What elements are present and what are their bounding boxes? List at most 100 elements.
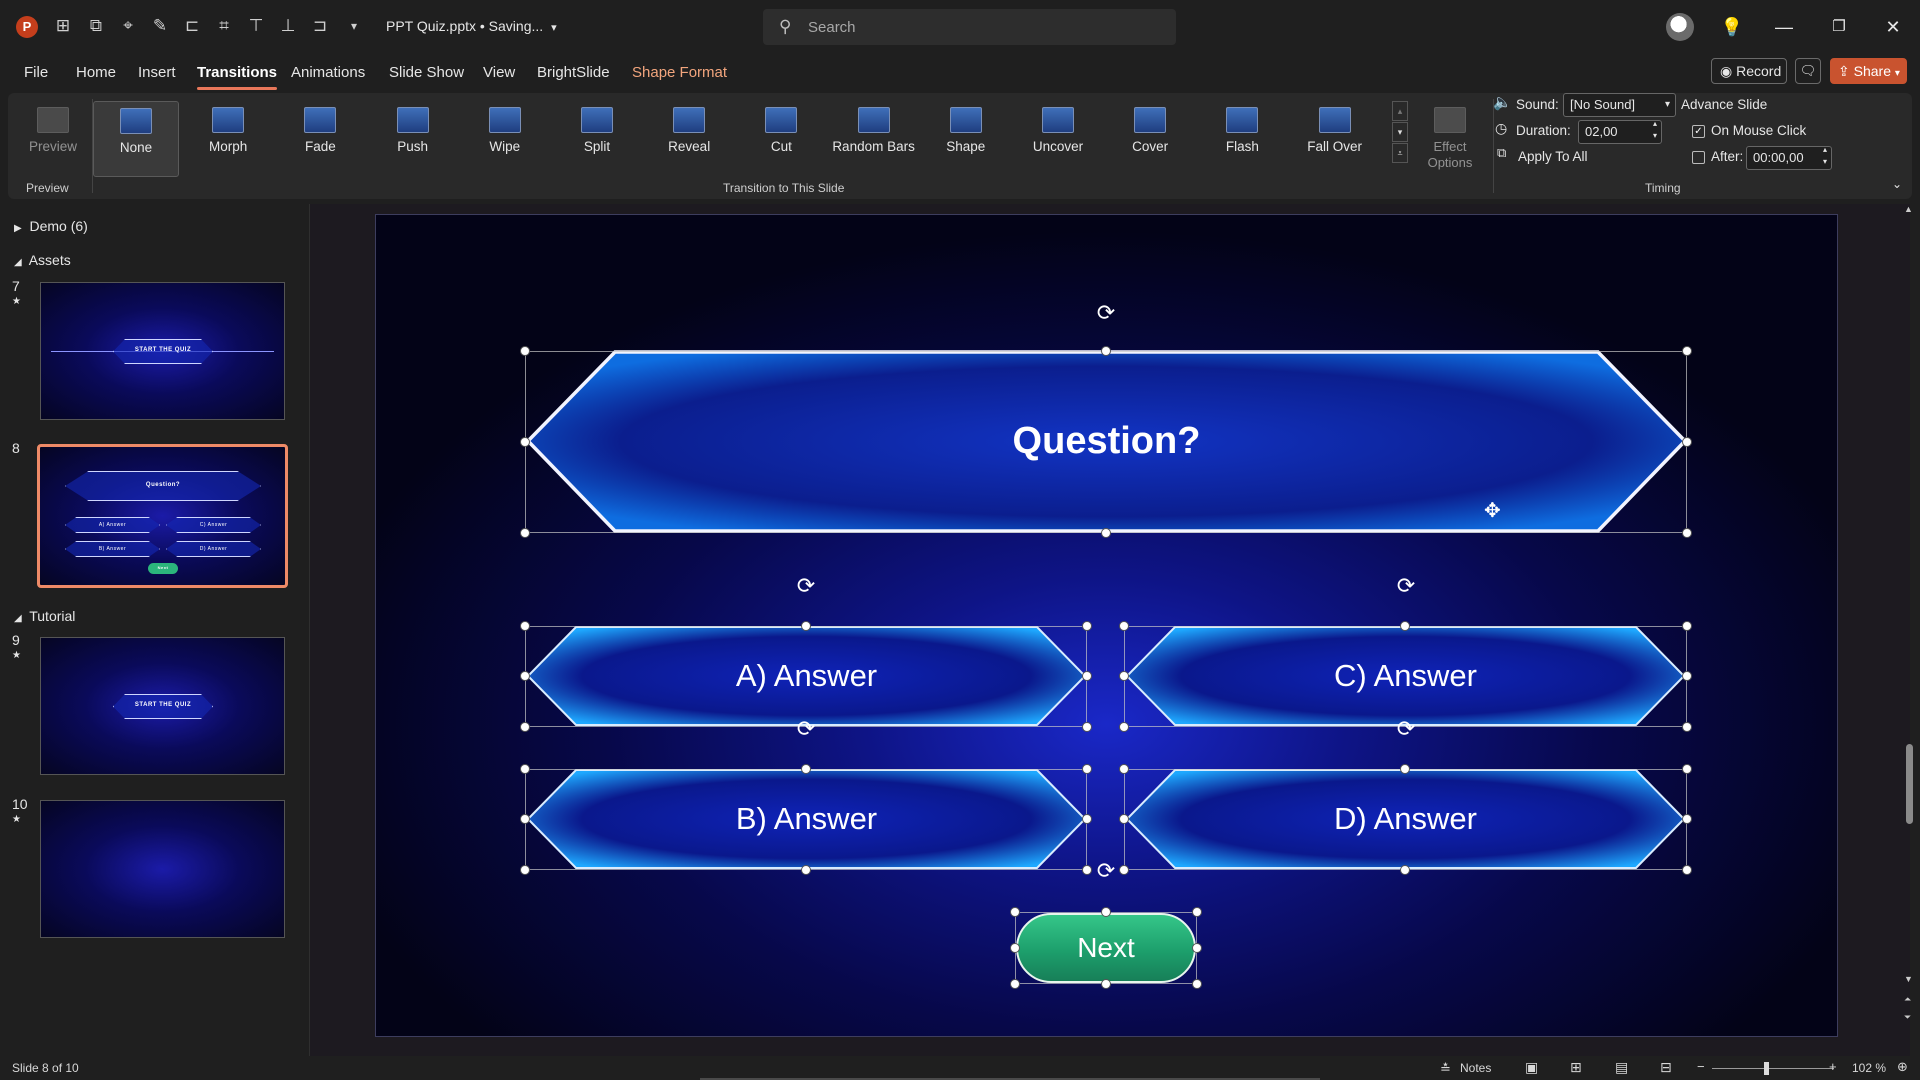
resize-handle[interactable] (1192, 907, 1202, 917)
resize-handle[interactable] (1010, 979, 1020, 989)
resize-handle[interactable] (1192, 979, 1202, 989)
comments-button[interactable]: 🗨 (1795, 58, 1821, 84)
transition-fall-over[interactable]: Fall Over (1292, 101, 1378, 177)
resize-handle[interactable] (520, 814, 530, 824)
customize-qat-chevron-icon[interactable]: ▾ (343, 15, 365, 37)
resize-handle[interactable] (1010, 907, 1020, 917)
transition-reveal[interactable]: Reveal (646, 101, 732, 177)
resize-handle[interactable] (1119, 865, 1129, 875)
resize-handle[interactable] (1400, 764, 1410, 774)
resize-handle[interactable] (1082, 621, 1092, 631)
transition-cover[interactable]: Cover (1107, 101, 1193, 177)
zoom-slider-thumb[interactable] (1764, 1062, 1769, 1075)
resize-handle[interactable] (801, 621, 811, 631)
resize-handle[interactable] (520, 722, 530, 732)
resize-handle[interactable] (1082, 814, 1092, 824)
gallery-more-icon[interactable]: ⩡ (1392, 143, 1408, 163)
normal-view-icon[interactable]: ▣ (1525, 1059, 1538, 1076)
rotate-handle-icon[interactable]: ⟳ (794, 575, 818, 599)
resize-handle[interactable] (1101, 346, 1111, 356)
tab-animations[interactable]: Animations (291, 64, 365, 81)
section-tutorial[interactable]: ◢ Tutorial (14, 608, 75, 624)
resize-handle[interactable] (1682, 814, 1692, 824)
rotate-handle-icon[interactable]: ⟳ (1394, 718, 1418, 742)
resize-handle[interactable] (1082, 764, 1092, 774)
resize-handle[interactable] (1682, 528, 1692, 538)
align-center-icon[interactable]: ⊞ (52, 15, 74, 37)
spinner-icon[interactable]: ▴ ▾ (1823, 144, 1827, 168)
resize-handle[interactable] (1192, 943, 1202, 953)
tab-brightslide[interactable]: BrightSlide (537, 64, 610, 81)
resize-handle[interactable] (1119, 671, 1129, 681)
close-icon[interactable]: ✕ (1878, 12, 1908, 42)
resize-handle[interactable] (1119, 764, 1129, 774)
tab-insert[interactable]: Insert (138, 64, 176, 81)
fit-to-window-icon[interactable]: ⊕ (1897, 1059, 1908, 1075)
transition-push[interactable]: Push (370, 101, 456, 177)
zoom-out-icon[interactable]: − (1697, 1059, 1705, 1074)
transition-wipe[interactable]: Wipe (462, 101, 548, 177)
transition-random-bars[interactable]: Random Bars (831, 101, 917, 177)
resize-handle[interactable] (520, 764, 530, 774)
preview-button[interactable]: Preview (14, 101, 92, 177)
effect-options-button[interactable]: Effect Options (1412, 101, 1488, 177)
format-painter-icon[interactable]: ✎ (149, 15, 171, 37)
after-checkbox[interactable] (1692, 151, 1705, 164)
resize-handle[interactable] (520, 346, 530, 356)
share-button[interactable]: ⇪ Share ▾ (1830, 58, 1907, 84)
resize-handle[interactable] (1101, 979, 1111, 989)
gallery-scroll-up-icon[interactable]: ▴ (1392, 101, 1408, 121)
avatar[interactable] (1666, 13, 1694, 41)
resize-handle[interactable] (1682, 865, 1692, 875)
lightbulb-icon[interactable]: 💡 (1717, 12, 1747, 42)
transition-flash[interactable]: Flash (1199, 101, 1285, 177)
spinner-icon[interactable]: ▴ ▾ (1653, 118, 1657, 142)
crop-icon[interactable]: ⌗ (213, 15, 235, 37)
transition-shape[interactable]: Shape (923, 101, 1009, 177)
record-button[interactable]: ◉ Record (1711, 58, 1787, 84)
notes-button[interactable]: Notes (1460, 1061, 1491, 1075)
zoom-in-icon[interactable]: + (1829, 1059, 1837, 1074)
resize-handle[interactable] (1101, 907, 1111, 917)
rotate-handle-icon[interactable]: ⟳ (1094, 302, 1118, 326)
resize-handle[interactable] (1082, 722, 1092, 732)
tab-shape-format[interactable]: Shape Format (632, 64, 727, 81)
tab-home[interactable]: Home (76, 64, 116, 81)
resize-handle[interactable] (1400, 865, 1410, 875)
slide-sorter-icon[interactable]: ⊞ (1570, 1059, 1582, 1076)
resize-handle[interactable] (520, 621, 530, 631)
resize-handle[interactable] (520, 437, 530, 447)
resize-handle[interactable] (801, 865, 811, 875)
collapse-ribbon-icon[interactable]: ⌄ (1892, 177, 1902, 191)
zoom-slider[interactable] (1712, 1068, 1834, 1069)
gallery-scroll-down-icon[interactable]: ▾ (1392, 122, 1408, 142)
resize-handle[interactable] (1400, 621, 1410, 631)
resize-handle[interactable] (520, 528, 530, 538)
align-top-icon[interactable]: ⊤ (245, 15, 267, 37)
resize-handle[interactable] (1682, 437, 1692, 447)
tab-view[interactable]: View (483, 64, 515, 81)
slide-thumbnail-7[interactable]: START THE QUIZ (40, 282, 285, 420)
resize-handle[interactable] (1010, 943, 1020, 953)
resize-handle[interactable] (1082, 865, 1092, 875)
section-demo[interactable]: ▶ Demo (6) (14, 218, 88, 234)
minimize-icon[interactable]: — (1769, 12, 1799, 42)
rotate-handle-icon[interactable]: ⟳ (1094, 860, 1118, 884)
transition-fade[interactable]: Fade (277, 101, 363, 177)
previous-slide-icon[interactable]: ⏶ (1904, 994, 1911, 1005)
slide-thumbnail-10[interactable] (40, 800, 285, 938)
restore-icon[interactable]: ❐ (1824, 12, 1854, 42)
scrollbar-thumb[interactable] (1906, 744, 1913, 824)
slide-thumbnail-9[interactable]: START THE QUIZ (40, 637, 285, 775)
section-assets[interactable]: ◢ Assets (14, 252, 71, 268)
resize-handle[interactable] (1682, 346, 1692, 356)
rotate-handle-icon[interactable]: ⟳ (1394, 575, 1418, 599)
scroll-down-icon[interactable]: ▼ (1904, 974, 1913, 984)
align-bottom-icon[interactable]: ⊥ (277, 15, 299, 37)
resize-handle[interactable] (1682, 722, 1692, 732)
transition-morph[interactable]: Morph (185, 101, 271, 177)
reading-view-icon[interactable]: ▤ (1615, 1059, 1628, 1076)
align-left-icon[interactable]: ⊏ (181, 15, 203, 37)
resize-handle[interactable] (520, 865, 530, 875)
after-input[interactable]: 00:00,00 ▴ ▾ (1746, 144, 1832, 170)
